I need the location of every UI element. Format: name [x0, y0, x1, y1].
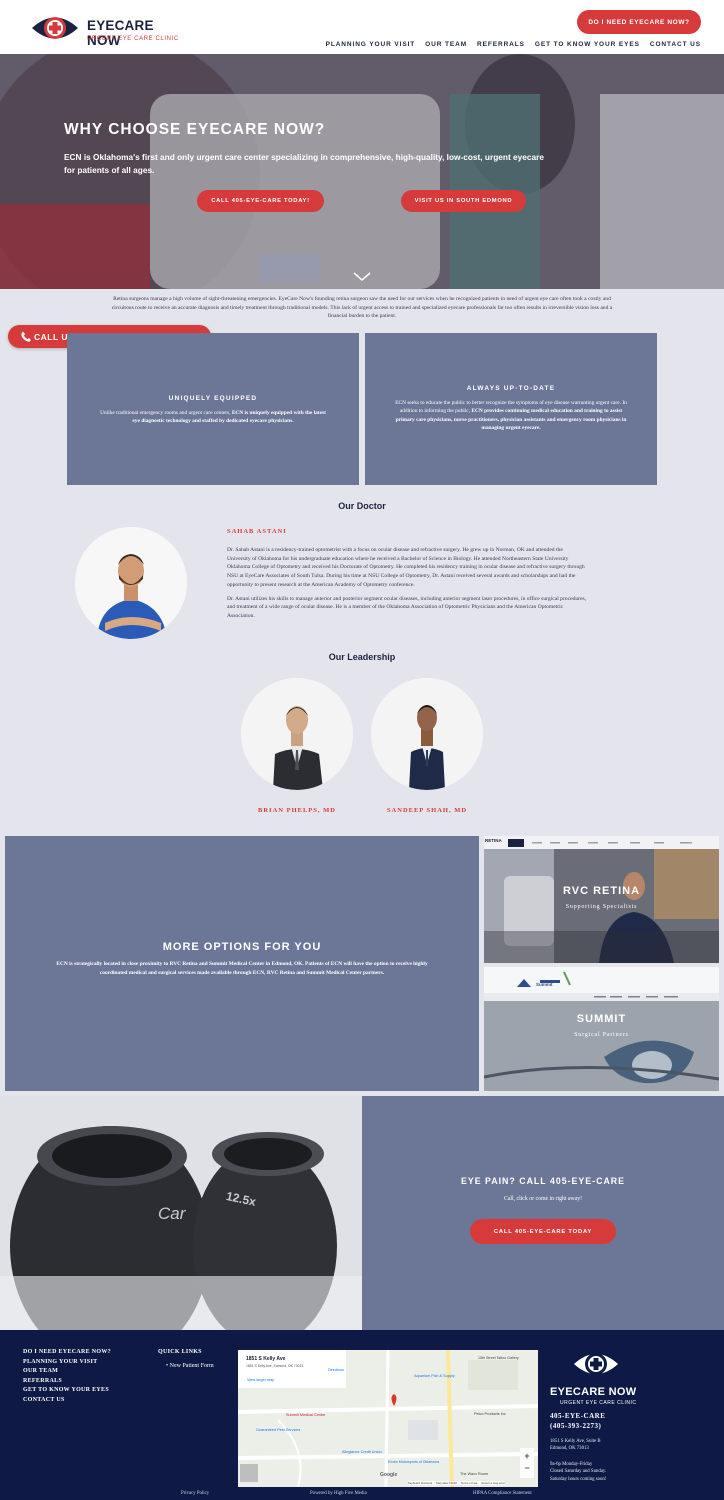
footer-logo-title: EYECARE NOW	[550, 1386, 637, 1398]
map-zoom-controls[interactable]: + −	[522, 1450, 532, 1474]
more-options-text: ECN is strategically located in close pr…	[56, 961, 428, 976]
doctor-bio-paragraph: Dr. Sahab Astani is a residency-trained …	[227, 547, 585, 588]
footer-link[interactable]: PLANNING YOUR VISIT	[23, 1358, 111, 1368]
map-attribution: Keyboard shortcuts Map data ©2022 Terms of…	[408, 1481, 505, 1485]
eye-pain-title: EYE PAIN? CALL 405-EYE-CARE	[460, 1176, 626, 1186]
map-label: The Waxx Room	[460, 1472, 489, 1476]
our-doctor-heading: Our Doctor	[338, 501, 386, 511]
map-address-line: 1851 S Kelly Ave, Edmond, OK 73013	[246, 1364, 304, 1368]
visit-south-edmond-button[interactable]: VISIT US IN SOUTH EDMOND	[401, 190, 526, 212]
feature-text: ECN seeks to educate the public to bette…	[395, 400, 627, 432]
eye-pain-subtitle: Call, click or come in right away!	[503, 1196, 583, 1202]
google-logo: Google	[380, 1472, 398, 1478]
rvc-retina-card[interactable]: RETINA RVC RETINA Supporting Specialists	[484, 836, 719, 963]
summit-title: SUMMIT	[576, 1013, 627, 1025]
feature-always-up-to-date: ALWAYS UP-TO-DATE ECN seeks to educate t…	[365, 333, 657, 485]
rvc-retina-title: RVC RETINA	[562, 885, 641, 897]
doctor-name: SAHAB ASTANI	[227, 528, 287, 535]
summit-subtitle: Surgical Partners	[574, 1032, 629, 1038]
footer-link[interactable]: DO I NEED EYECARE NOW?	[23, 1348, 111, 1358]
location-map[interactable]: 1851 S Kelly Ave 1851 S Kelly Ave, Edmon…	[238, 1350, 538, 1487]
powered-by-link[interactable]: Powered by High Five Media	[310, 1491, 367, 1496]
nav-planning-your-visit[interactable]: PLANNING YOUR VISIT	[326, 41, 416, 48]
hero-text: ECN is Oklahoma's first and only urgent …	[64, 152, 544, 175]
map-label: Allegiance Credit Union	[342, 1450, 382, 1454]
chevron-down-icon[interactable]	[353, 272, 371, 282]
summit-screenshot	[484, 967, 719, 1091]
map-label: Pelco Products Inc	[474, 1412, 506, 1416]
lens-brand-text: Car	[158, 1204, 186, 1223]
nav-our-team[interactable]: OUR TEAM	[425, 41, 467, 48]
more-options-title: MORE OPTIONS FOR YOU	[162, 941, 322, 953]
footer-address: 1851 S Kelly Ave, Suite B Edmond, OK 730…	[550, 1439, 601, 1452]
hero-banner: WHY CHOOSE EYECARE NOW? ECN is Oklahoma'…	[0, 54, 724, 289]
feature-title: ALWAYS UP-TO-DATE	[466, 385, 556, 392]
rvc-brand-label: RETINA	[485, 838, 502, 843]
footer-logo-subtitle: URGENT EYE CARE CLINIC	[560, 1400, 637, 1406]
nav-referrals[interactable]: REFERRALS	[477, 41, 525, 48]
quick-links: QUICK LINKS • New Patient Form	[158, 1348, 214, 1371]
doctor-bio-paragraph: Dr. Astani utilizes his skills to manage…	[227, 595, 587, 619]
rvc-retina-screenshot	[484, 836, 719, 963]
logo-subtitle: URGENT EYE CARE CLINIC	[87, 36, 179, 42]
feature-text: Unlike traditional emergency rooms and u…	[100, 410, 326, 425]
summit-brand-label: Summit	[536, 982, 553, 987]
intro-text: Retina surgeons manage a high volume of …	[111, 296, 613, 320]
map-canvas	[238, 1350, 538, 1487]
site-logo[interactable]: EYECARE NOW URGENT EYE CARE CLINIC	[30, 9, 190, 48]
footer-link[interactable]: CONTACT US	[23, 1396, 111, 1406]
doctor-photo	[75, 527, 187, 639]
footer-nav: DO I NEED EYECARE NOW? PLANNING YOUR VIS…	[23, 1348, 111, 1406]
site-header: EYECARE NOW URGENT EYE CARE CLINIC DO I …	[0, 0, 724, 54]
map-label: Guaranteed Pest Services	[256, 1428, 301, 1432]
do-i-need-eyecare-button[interactable]: DO I NEED EYECARE NOW?	[577, 10, 701, 34]
map-label: Aquarium Fish & Supply	[414, 1374, 455, 1378]
privacy-policy-link[interactable]: Privacy Policy	[181, 1491, 209, 1496]
leader-name: BRIAN PHELPS, MD	[258, 807, 336, 814]
feature-title: UNIQUELY EQUIPPED	[168, 395, 258, 402]
directions-link[interactable]: Directions	[328, 1368, 344, 1372]
summit-card[interactable]: Summit SUMMIT Surgical Partners	[484, 967, 719, 1091]
footer-phone[interactable]: 405-EYE-CARE (405-393-2273)	[550, 1411, 605, 1431]
map-label: 15th Street Tattoo Gallery	[478, 1356, 519, 1360]
more-options-panel: MORE OPTIONS FOR YOU ECN is strategicall…	[5, 836, 479, 1091]
hero-title: WHY CHOOSE EYECARE NOW?	[64, 121, 326, 138]
eye-pain-section: Car 12.5x EYE PAIN? CALL 405-EYE-CARE Ca…	[0, 1096, 724, 1330]
leader-photo	[371, 678, 483, 790]
quick-links-title: QUICK LINKS	[158, 1349, 202, 1355]
footer-link[interactable]: REFERRALS	[23, 1377, 111, 1387]
map-label: Exotic Motorsports of Oklahoma	[388, 1460, 440, 1464]
hipaa-link[interactable]: HIPAA Compliance Statement	[473, 1491, 532, 1496]
map-label: Summit Medical Center	[286, 1413, 326, 1417]
doctor-bio: Dr. Sahab Astani is a residency-trained …	[227, 546, 587, 626]
leader-photo	[241, 678, 353, 790]
eye-logo-icon	[574, 1353, 618, 1375]
site-footer: DO I NEED EYECARE NOW? PLANNING YOUR VIS…	[0, 1330, 724, 1500]
quick-link-item[interactable]: • New Patient Form	[158, 1362, 214, 1372]
leader-name: SANDEEP SHAH, MD	[386, 807, 468, 814]
feature-uniquely-equipped: UNIQUELY EQUIPPED Unlike traditional eme…	[67, 333, 359, 485]
footer-link[interactable]: GET TO KNOW YOUR EYES	[23, 1386, 111, 1396]
nav-get-to-know-your-eyes[interactable]: GET TO KNOW YOUR EYES	[535, 41, 640, 48]
view-larger-map-link[interactable]: View larger map	[247, 1378, 274, 1382]
footer-link[interactable]: OUR TEAM	[23, 1367, 111, 1377]
map-address-title: 1851 S Kelly Ave	[246, 1356, 286, 1362]
eye-logo-icon	[32, 17, 78, 39]
call-today-button-bottom[interactable]: CALL 405-EYE-CARE TODAY	[470, 1219, 616, 1244]
page: EYECARE NOW URGENT EYE CARE CLINIC DO I …	[0, 0, 724, 1500]
footer-hours: 9a-6p Monday-Friday Closed Saturday and …	[550, 1462, 607, 1482]
nav-contact-us[interactable]: CONTACT US	[650, 41, 701, 48]
our-leadership-heading: Our Leadership	[328, 652, 396, 662]
microscope-lens-photo: Car 12.5x	[0, 1096, 362, 1330]
call-today-button[interactable]: CALL 405-EYE-CARE TODAY!	[197, 190, 324, 212]
rvc-retina-subtitle: Supporting Specialists	[565, 904, 638, 910]
logo-title: EYECARE NOW	[87, 18, 154, 48]
phone-icon	[21, 331, 31, 342]
main-nav: PLANNING YOUR VISIT OUR TEAM REFERRALS G…	[326, 41, 701, 48]
